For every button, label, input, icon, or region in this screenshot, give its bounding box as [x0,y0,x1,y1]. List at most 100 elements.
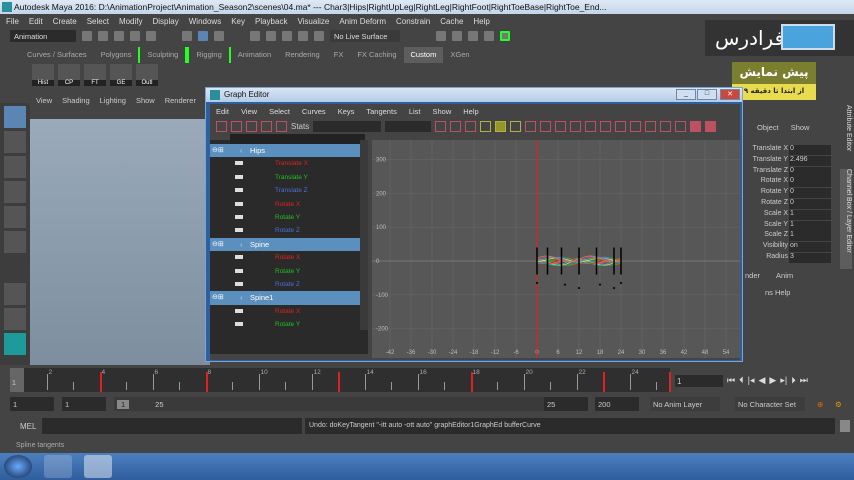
channel-value[interactable]: 2.496 [789,155,831,166]
layer-menu[interactable]: ns Help [745,288,790,297]
outliner-node[interactable]: ⊖⊞ ‹ Spine1 [210,291,360,305]
frame-playback-icon[interactable] [450,120,462,132]
playback-end-field[interactable]: 25 [544,397,588,411]
snap-surface-icon[interactable] [314,31,324,41]
step-tangent-icon[interactable] [555,120,567,132]
ge-menu-tangents[interactable]: Tangents [366,107,396,116]
channel-row[interactable]: Translate Y 2.496 [745,155,835,167]
trax-editor-icon[interactable] [705,120,717,132]
character-set-dropdown[interactable]: No Character Set [735,397,805,411]
ge-menu-show[interactable]: Show [433,107,452,116]
render-icon[interactable] [436,31,446,41]
maya-taskbar-icon[interactable] [84,455,112,478]
flat-tangent-icon[interactable] [540,120,552,132]
frame-all-icon[interactable] [435,120,447,132]
select-hierarchy-icon[interactable] [182,31,192,41]
tab-attribute-editor[interactable]: Attribute Editor [840,105,852,155]
outliner-attribute[interactable]: Translate X [210,157,360,170]
hypershade-icon[interactable] [484,31,494,41]
menu-create[interactable]: Create [53,17,77,26]
save-scene-icon[interactable] [114,31,124,41]
channel-value[interactable]: 1 [789,209,831,220]
snap-grid-icon[interactable] [250,31,260,41]
menuset-dropdown[interactable]: Animation [10,30,76,42]
scene-start-field[interactable]: 1 [10,397,54,411]
lasso-tool-icon[interactable] [4,131,26,153]
keyframe-marker[interactable] [603,372,605,392]
viewport-menu-renderer[interactable]: Renderer [165,96,196,105]
single-view-icon[interactable] [4,283,26,305]
channel-value[interactable]: 3 [789,253,831,263]
shelf-tab-custom[interactable]: Custom [403,47,444,63]
four-view-icon[interactable] [4,308,26,330]
menu-display[interactable]: Display [153,17,179,26]
snap-curve-icon[interactable] [266,31,276,41]
channel-value[interactable]: 0 [789,188,831,199]
new-scene-icon[interactable] [82,31,92,41]
play-backward-icon[interactable]: ◀ [758,375,765,386]
channel-row[interactable]: Translate Z0 [745,166,835,178]
shelf-button-cp[interactable]: CP [58,64,80,86]
lock-tangent-weight-icon[interactable] [660,120,672,132]
render-settings-icon[interactable] [468,31,478,41]
play-forward-icon[interactable]: ▶ [769,375,776,386]
ge-menu-keys[interactable]: Keys [338,107,355,116]
graph-view[interactable]: -42 -36 -30 -24 -18 -12 -6 0 6 12 18 24 30 36 42 48 54 30… [372,140,740,358]
ge-menu-edit[interactable]: Edit [216,107,229,116]
expand-collapse-icon[interactable]: ⊖⊞ [212,293,224,301]
menu-select[interactable]: Select [87,17,109,26]
insert-keys-icon[interactable] [231,120,242,132]
menu-constrain[interactable]: Constrain [396,17,430,26]
select-component-icon[interactable] [214,31,224,41]
shelf-tab-fx[interactable]: FX [327,47,351,63]
spline-tangent-icon[interactable] [495,120,507,132]
move-keys-icon[interactable] [216,120,227,132]
channel-row[interactable]: Visibility on [745,242,835,253]
minimize-button[interactable]: _ [676,89,696,100]
channel-value[interactable]: 0 [789,145,831,155]
outliner-attribute[interactable]: Rotate Z [210,224,360,237]
redo-icon[interactable] [146,31,156,41]
channel-value[interactable]: 1 [789,220,831,231]
auto-key-icon[interactable]: ⊕ [814,397,828,411]
time-slider[interactable]: 2 4 6 8 10 12 14 16 18 20 22 24 1 [10,368,672,392]
swap-buffer-icon[interactable] [600,120,612,132]
channel-row[interactable]: Rotate Y0 [745,188,835,199]
menu-key[interactable]: Key [231,17,245,26]
stats-value-field[interactable] [385,120,432,132]
ge-menu-select[interactable]: Select [269,107,290,116]
step-back-frame-icon[interactable]: ⏴ [739,375,744,386]
paint-select-icon[interactable] [4,156,26,178]
explorer-taskbar-icon[interactable] [44,455,72,478]
rotate-tool-icon[interactable] [4,206,26,228]
viewport-menu-view[interactable]: View [36,96,52,105]
menu-visualize[interactable]: Visualize [297,17,329,26]
auto-tangent-icon[interactable] [480,120,492,132]
select-object-icon[interactable] [198,31,208,41]
region-tool-icon[interactable] [261,120,272,132]
menu-cache[interactable]: Cache [440,17,463,26]
expand-collapse-icon[interactable]: ⊖⊞ [212,146,224,154]
shelf-button-ge[interactable]: GE [110,64,132,86]
go-to-end-icon[interactable]: ⏭ [800,375,808,386]
center-current-icon[interactable] [465,120,477,132]
shelf-tab-curves-surfaces[interactable]: Curves / Surfaces [20,47,94,63]
anim-layer-dropdown[interactable]: No Anim Layer [650,397,720,411]
unify-tangents-icon[interactable] [630,120,642,132]
current-time-indicator[interactable]: 1 [10,368,24,392]
channel-row[interactable]: Radius 3 [745,253,835,264]
outliner-attribute[interactable]: Rotate Y [210,318,360,331]
shelf-tab-sculpting[interactable]: Sculpting [138,47,188,63]
viewport-menu-show[interactable]: Show [136,96,155,105]
menu-edit[interactable]: Edit [29,17,43,26]
cb-menu-show[interactable]: Show [791,123,810,132]
outliner-attribute[interactable]: Rotate Y [210,211,360,224]
shelf-button-hist[interactable]: Hist [32,64,54,86]
outliner-attribute[interactable]: Rotate Z [210,278,360,291]
keyframe-marker[interactable] [338,372,340,392]
menu-file[interactable]: File [6,17,19,26]
clamped-tangent-icon[interactable] [510,120,522,132]
menu-windows[interactable]: Windows [189,17,221,26]
outliner-attribute[interactable]: Translate Y [210,171,360,184]
keyframe-marker[interactable] [669,372,672,392]
